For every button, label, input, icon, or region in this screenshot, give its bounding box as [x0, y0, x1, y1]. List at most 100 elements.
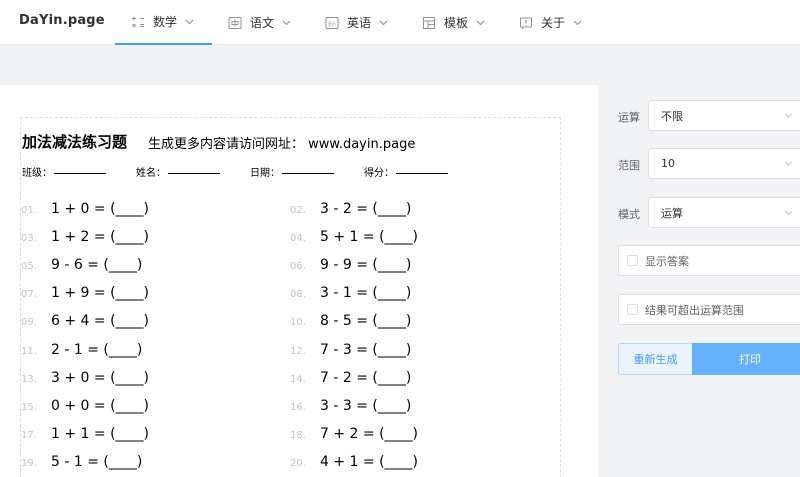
problem-item: 10. 8 - 5 = (____): [290, 313, 411, 329]
problem-number: 12.: [290, 346, 306, 357]
show-answer-checkbox[interactable]: 显示答案: [618, 245, 800, 276]
problem-equation: 7 - 3 = (____): [320, 342, 412, 358]
template-grid-icon: [422, 16, 436, 30]
mode-value: 运算: [661, 206, 683, 220]
problem-equation: 5 - 1 = (____): [51, 454, 143, 470]
range-label: 范围: [618, 159, 640, 172]
problem-equation: 5 + 1 = (____): [320, 229, 418, 245]
nav-item-english[interactable]: En 英语: [309, 0, 406, 45]
problem-item: 05. 9 - 6 = (____): [21, 257, 142, 273]
worksheet-title: 加法减法练习题: [22, 133, 128, 151]
problem-equation: 9 - 6 = (____): [51, 257, 143, 273]
chevron-down-icon: [784, 159, 793, 170]
print-button[interactable]: 打印: [692, 343, 800, 375]
blank-line: [168, 164, 220, 174]
problem-number: 09.: [21, 317, 37, 328]
worksheet-fields: 班级： 姓名： 日期： 得分：: [22, 164, 478, 179]
chevron-down-icon: [476, 20, 485, 26]
blank-line: [54, 164, 106, 174]
nav-item-chinese[interactable]: 语文: [212, 0, 309, 45]
problem-number: 08.: [290, 289, 306, 300]
field-label: 姓名：: [136, 168, 166, 179]
chevron-down-icon: [784, 208, 793, 219]
problem-equation: 7 + 2 = (____): [320, 426, 418, 442]
range-select[interactable]: 10: [648, 148, 800, 179]
problem-item: 18. 7 + 2 = (____): [290, 426, 418, 442]
nav-item-template[interactable]: 模板: [406, 0, 503, 45]
operation-label: 运算: [618, 111, 640, 124]
chevron-down-icon: [185, 19, 194, 25]
problem-item: 13. 3 + 0 = (____): [21, 370, 149, 386]
problem-item: 20. 4 + 1 = (____): [290, 454, 418, 470]
problem-item: 01. 1 + 0 = (____): [21, 201, 149, 217]
problem-number: 05.: [21, 261, 37, 272]
regenerate-button[interactable]: 重新生成: [618, 343, 693, 375]
field-name: 姓名：: [136, 164, 220, 179]
main-nav: 数学 语文 En 英语 模板 关于: [115, 0, 600, 45]
nav-label-chinese: 语文: [250, 16, 275, 30]
exceed-range-checkbox[interactable]: 结果可超出运算范围: [618, 294, 800, 325]
range-value: 10: [661, 157, 675, 170]
problem-number: 04.: [290, 233, 306, 244]
problem-item: 17. 1 + 1 = (____): [21, 426, 149, 442]
problem-number: 07.: [21, 289, 37, 300]
top-navbar: DaYin.page 数学 语文 En 英语 模板 关于: [0, 0, 800, 45]
problem-item: 08. 3 - 1 = (____): [290, 285, 411, 301]
problem-number: 19.: [21, 458, 37, 469]
problem-equation: 1 + 0 = (____): [51, 201, 149, 217]
problem-number: 06.: [290, 261, 306, 272]
chevron-down-icon: [379, 20, 388, 26]
mode-select[interactable]: 运算: [648, 197, 800, 228]
problem-number: 17.: [21, 430, 37, 441]
problem-number: 14.: [290, 374, 306, 385]
problem-number: 03.: [21, 233, 37, 244]
nav-item-about[interactable]: 关于: [503, 0, 600, 45]
english-en-icon: En: [325, 16, 339, 30]
problem-item: 14. 7 - 2 = (____): [290, 370, 411, 386]
problem-equation: 3 - 1 = (____): [320, 285, 412, 301]
problem-equation: 2 - 1 = (____): [51, 342, 143, 358]
problem-number: 11.: [21, 346, 37, 357]
checkbox-box[interactable]: [627, 304, 638, 315]
problem-item: 11. 2 - 1 = (____): [21, 342, 142, 358]
svg-text:En: En: [328, 21, 336, 28]
worksheet-subtitle: 生成更多内容请访问网址： www.dayin.page: [148, 137, 416, 152]
problem-equation: 1 + 1 = (____): [51, 426, 149, 442]
problem-equation: 1 + 2 = (____): [51, 229, 149, 245]
field-label: 班级：: [22, 168, 52, 179]
problem-item: 16. 3 - 3 = (____): [290, 398, 411, 414]
operation-select[interactable]: 不限: [648, 100, 800, 131]
blank-line: [396, 164, 448, 174]
chevron-down-icon: [282, 20, 291, 26]
nav-label-template: 模板: [444, 16, 469, 30]
field-date: 日期：: [250, 164, 334, 179]
show-answer-label: 显示答案: [645, 254, 689, 268]
problem-equation: 4 + 1 = (____): [320, 454, 418, 470]
problem-item: 09. 6 + 4 = (____): [21, 313, 149, 329]
nav-label-about: 关于: [541, 16, 566, 30]
problem-equation: 9 - 9 = (____): [320, 257, 412, 273]
field-score: 得分：: [364, 164, 448, 179]
settings-panel: [598, 85, 800, 477]
problem-equation: 1 + 9 = (____): [51, 285, 149, 301]
problem-number: 15.: [21, 402, 37, 413]
problem-equation: 3 - 3 = (____): [320, 398, 412, 414]
problem-item: 06. 9 - 9 = (____): [290, 257, 411, 273]
problem-item: 03. 1 + 2 = (____): [21, 229, 149, 245]
field-label: 得分：: [364, 168, 394, 179]
math-symbols-icon: [131, 15, 145, 29]
brand-logo[interactable]: DaYin.page: [19, 13, 105, 28]
exceed-range-label: 结果可超出运算范围: [645, 303, 744, 317]
info-icon: [519, 16, 533, 30]
chevron-down-icon: [784, 111, 793, 122]
chevron-down-icon: [573, 20, 582, 26]
checkbox-box[interactable]: [627, 255, 638, 266]
problem-equation: 7 - 2 = (____): [320, 370, 412, 386]
problem-number: 01.: [21, 205, 37, 216]
problem-equation: 8 - 5 = (____): [320, 313, 412, 329]
nav-item-math[interactable]: 数学: [115, 0, 212, 45]
problem-item: 02. 3 - 2 = (____): [290, 201, 411, 217]
problem-item: 07. 1 + 9 = (____): [21, 285, 149, 301]
problem-number: 20.: [290, 458, 306, 469]
nav-label-english: 英语: [347, 16, 372, 30]
